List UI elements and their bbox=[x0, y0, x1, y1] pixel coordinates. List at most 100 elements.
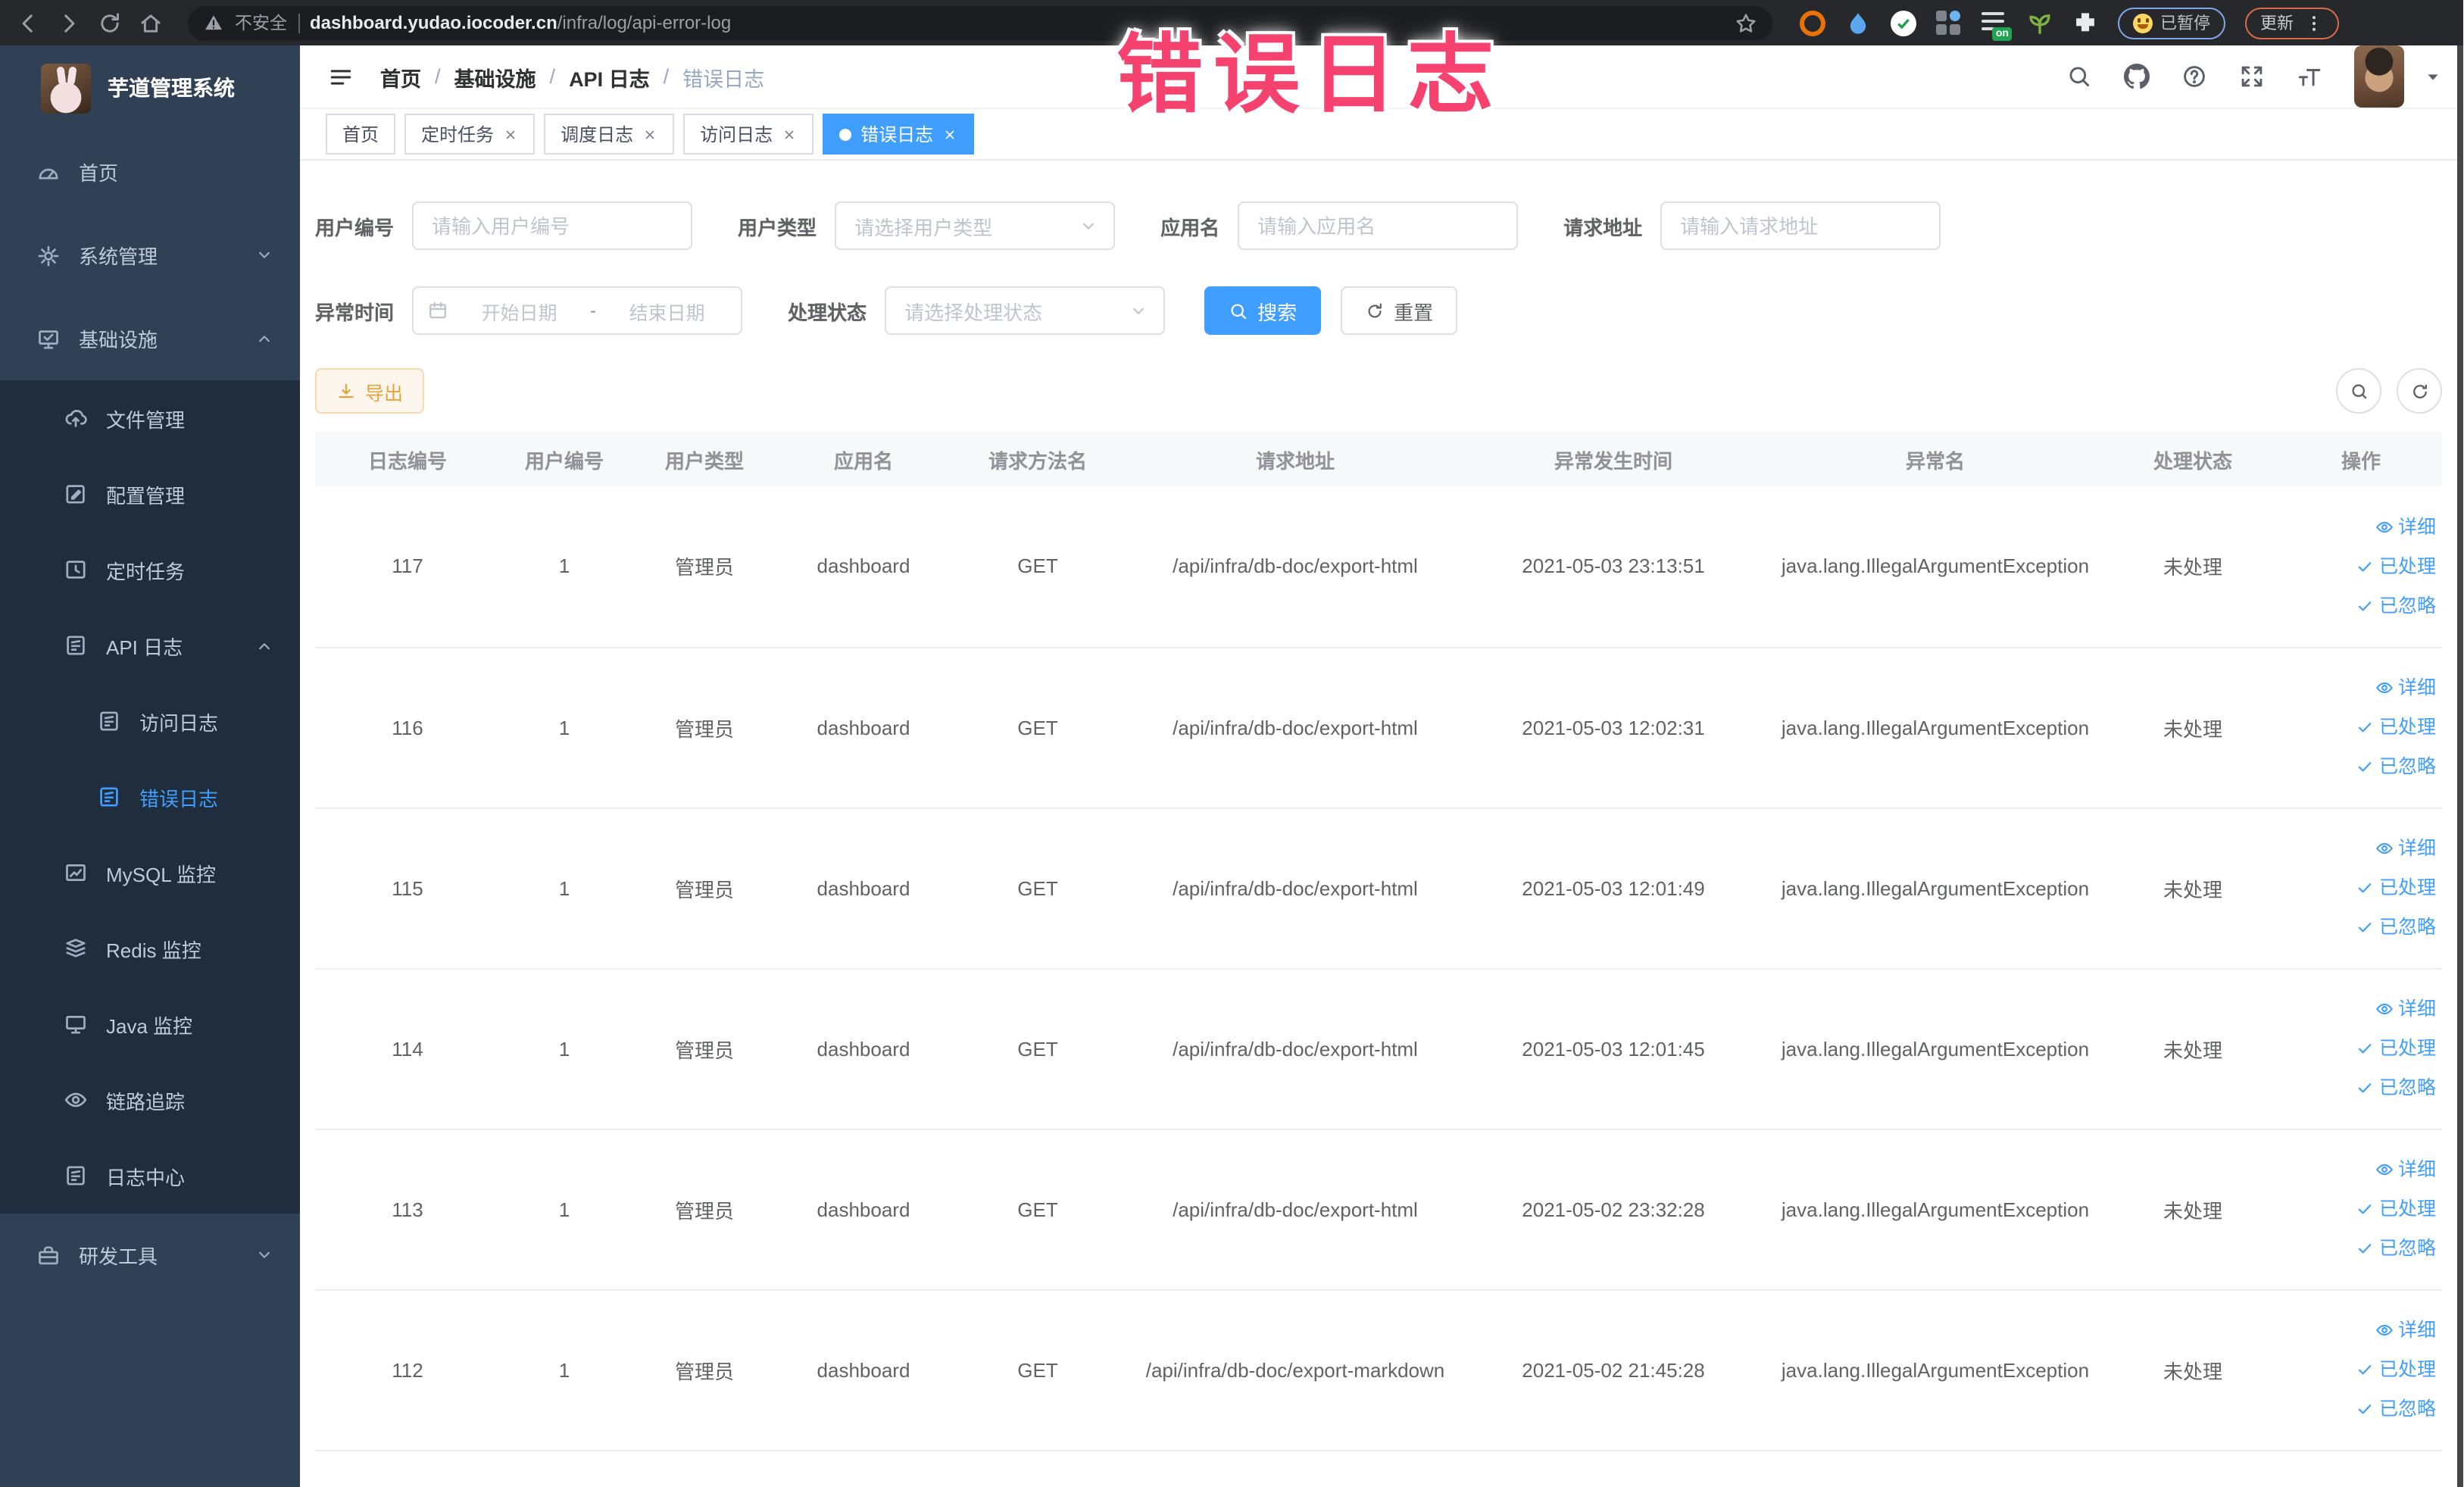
row-action-detail[interactable]: 详细 bbox=[2280, 1310, 2436, 1350]
sidebar-item-system[interactable]: 系统管理 bbox=[0, 214, 300, 297]
cell-user_id: 1 bbox=[500, 808, 629, 969]
search-button[interactable]: 搜索 bbox=[1204, 286, 1322, 335]
tab-label: 首页 bbox=[342, 124, 379, 145]
row-action-ignore[interactable]: 已忽略 bbox=[2280, 1229, 2436, 1268]
filter-row-2: 异常时间 开始日期 - 结束日期 处理状态 请选择处理状态 搜索 重置 bbox=[315, 286, 2463, 335]
extension-paused-chip[interactable]: 已暂停 bbox=[2118, 7, 2225, 39]
breadcrumb-item[interactable]: API 日志 bbox=[569, 61, 650, 92]
user-menu-caret-icon[interactable] bbox=[2424, 67, 2442, 86]
font-size-icon[interactable] bbox=[2297, 64, 2322, 89]
row-action-ignore[interactable]: 已忽略 bbox=[2280, 908, 2436, 947]
cell-status: 未处理 bbox=[2106, 1289, 2280, 1451]
tab-access-log[interactable]: 访问日志 bbox=[683, 114, 814, 155]
process-status-select[interactable]: 请选择处理状态 bbox=[885, 286, 1166, 335]
window-scrollbar[interactable] bbox=[2457, 45, 2463, 1487]
table-row: 113 1 管理员 dashboard GET/api/infra/db-doc/exp… bbox=[315, 1129, 2442, 1290]
tab-error-log[interactable]: 错误日志 bbox=[823, 114, 975, 155]
search-icon[interactable] bbox=[2066, 64, 2092, 89]
sidebar-item-mysql[interactable]: MySQL 监控 bbox=[0, 835, 300, 911]
sidebar-collapse-icon[interactable] bbox=[327, 63, 354, 90]
home-icon[interactable] bbox=[138, 10, 164, 36]
cell-exception: java.lang.IllegalArgumentException bbox=[1765, 486, 2106, 648]
row-action-ignore[interactable]: 已忽略 bbox=[2280, 747, 2436, 786]
sidebar-item-error-log[interactable]: 错误日志 bbox=[0, 759, 300, 835]
sidebar-item-dev-tools[interactable]: 研发工具 bbox=[0, 1214, 300, 1297]
not-secure-warning-icon[interactable] bbox=[203, 12, 224, 33]
breadcrumb-item[interactable]: 基础设施 bbox=[454, 61, 536, 92]
extension-blue-drop-icon[interactable] bbox=[1845, 10, 1871, 36]
sidebar-item-java[interactable]: Java 监控 bbox=[0, 986, 300, 1062]
cell-app: dashboard bbox=[780, 1129, 947, 1290]
sidebar-item-job[interactable]: 定时任务 bbox=[0, 532, 300, 608]
row-action-done[interactable]: 已处理 bbox=[2280, 1350, 2436, 1389]
sidebar-item-redis[interactable]: Redis 监控 bbox=[0, 911, 300, 986]
row-action-done[interactable]: 已处理 bbox=[2280, 1029, 2436, 1068]
row-action-done[interactable]: 已处理 bbox=[2280, 868, 2436, 908]
close-icon[interactable] bbox=[642, 127, 657, 142]
extension-grid-icon[interactable] bbox=[1936, 10, 1962, 36]
sidebar-item-tracer[interactable]: 链路追踪 bbox=[0, 1062, 300, 1138]
reset-button[interactable]: 重置 bbox=[1341, 286, 1458, 335]
cell-actions: 详细 已处理 已忽略 bbox=[2280, 968, 2442, 1129]
row-action-done[interactable]: 已处理 bbox=[2280, 708, 2436, 747]
emoji-face-icon bbox=[2133, 13, 2153, 33]
extension-on-switch-icon[interactable]: on bbox=[1982, 10, 2012, 40]
extension-orange-ring-icon[interactable] bbox=[1800, 10, 1825, 36]
eye-icon bbox=[2376, 1324, 2393, 1336]
row-action-done[interactable]: 已处理 bbox=[2280, 547, 2436, 586]
row-action-detail[interactable]: 详细 bbox=[2280, 1150, 2436, 1189]
extension-green-check-icon[interactable] bbox=[1891, 10, 1916, 36]
refresh-table-button[interactable] bbox=[2397, 368, 2442, 414]
sidebar-item-config[interactable]: 配置管理 bbox=[0, 456, 300, 532]
app-logo[interactable]: 芋道管理系统 bbox=[0, 45, 300, 130]
help-icon[interactable] bbox=[2181, 64, 2207, 89]
sidebar-item-log-center[interactable]: 日志中心 bbox=[0, 1138, 300, 1214]
toggle-search-button[interactable] bbox=[2336, 368, 2381, 414]
tab-label: 访问日志 bbox=[700, 124, 773, 145]
close-icon[interactable] bbox=[503, 127, 518, 142]
app-name-input[interactable] bbox=[1238, 201, 1519, 250]
tab-job[interactable]: 定时任务 bbox=[404, 114, 536, 155]
page-url[interactable]: dashboard.yudao.iocoder.cn/infra/log/api… bbox=[310, 12, 731, 33]
extensions-puzzle-icon[interactable] bbox=[2072, 10, 2098, 36]
forward-icon[interactable] bbox=[56, 10, 82, 36]
exception-time-range-picker[interactable]: 开始日期 - 结束日期 bbox=[412, 286, 743, 335]
github-icon[interactable] bbox=[2124, 64, 2150, 89]
user-id-input[interactable] bbox=[412, 201, 693, 250]
sidebar-item-file[interactable]: 文件管理 bbox=[0, 380, 300, 456]
sidebar-item-infra[interactable]: 基础设施 bbox=[0, 297, 300, 380]
tab-job-log[interactable]: 调度日志 bbox=[544, 114, 675, 155]
sidebar-item-api-log[interactable]: API 日志 bbox=[0, 608, 300, 683]
chart-icon bbox=[64, 861, 88, 885]
row-action-ignore[interactable]: 已忽略 bbox=[2280, 586, 2436, 626]
browser-update-button[interactable]: 更新 bbox=[2245, 7, 2339, 39]
user-type-select[interactable]: 请选择用户类型 bbox=[835, 201, 1116, 250]
column-header: 异常发生时间 bbox=[1462, 432, 1765, 486]
reload-icon[interactable] bbox=[97, 10, 123, 36]
close-icon[interactable] bbox=[782, 127, 797, 142]
browser-menu-kebab-icon[interactable] bbox=[2304, 13, 2324, 33]
cell-user_id: 1 bbox=[500, 647, 629, 808]
sidebar-item-access-log[interactable]: 访问日志 bbox=[0, 683, 300, 759]
address-bar[interactable]: 不安全 dashboard.yudao.iocoder.cn/infra/log… bbox=[188, 5, 1772, 40]
row-action-detail[interactable]: 详细 bbox=[2280, 508, 2436, 547]
cell-user_id: 1 bbox=[500, 1129, 629, 1290]
sidebar-item-home[interactable]: 首页 bbox=[0, 130, 300, 214]
row-action-detail[interactable]: 详细 bbox=[2280, 989, 2436, 1029]
row-action-ignore[interactable]: 已忽略 bbox=[2280, 1068, 2436, 1107]
bookmark-star-icon[interactable] bbox=[1735, 11, 1757, 34]
back-icon[interactable] bbox=[15, 10, 41, 36]
cell-status: 未处理 bbox=[2106, 1129, 2280, 1290]
breadcrumb-item[interactable]: 首页 bbox=[380, 61, 421, 92]
fullscreen-icon[interactable] bbox=[2239, 64, 2265, 89]
tab-home[interactable]: 首页 bbox=[326, 114, 396, 155]
close-icon[interactable] bbox=[942, 127, 957, 142]
row-action-ignore[interactable]: 已忽略 bbox=[2280, 1389, 2436, 1429]
user-avatar[interactable] bbox=[2354, 45, 2404, 108]
row-action-detail[interactable]: 详细 bbox=[2280, 668, 2436, 708]
export-button[interactable]: 导出 bbox=[315, 368, 425, 414]
request-url-input[interactable] bbox=[1660, 201, 1941, 250]
extension-plant-icon[interactable] bbox=[2027, 10, 2053, 36]
row-action-done[interactable]: 已处理 bbox=[2280, 1189, 2436, 1229]
row-action-detail[interactable]: 详细 bbox=[2280, 829, 2436, 868]
